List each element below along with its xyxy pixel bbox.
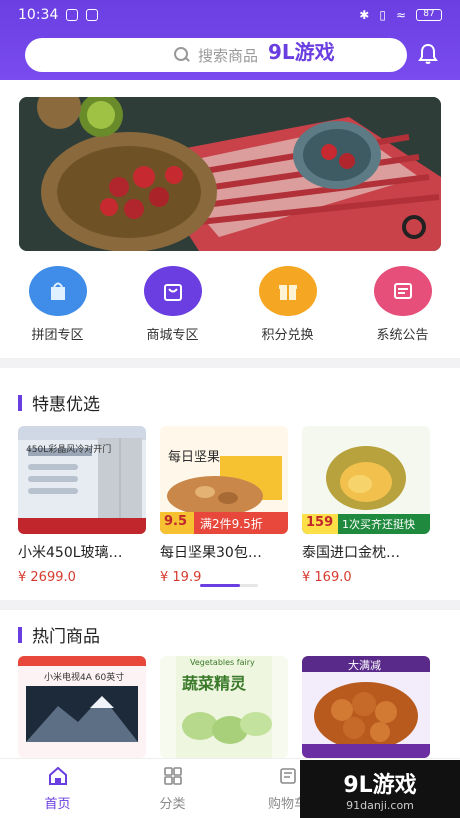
hot-section: 热门商品 小米电视4A 60英寸 Vegetables fairy 蔬菜精灵 大… bbox=[0, 610, 460, 758]
cloud-icon bbox=[86, 9, 99, 21]
watermark-corner-logo: 9L游戏 bbox=[343, 772, 417, 798]
tab-category[interactable]: 分类 bbox=[115, 759, 230, 818]
quick-link-notice[interactable]: 系统公告 bbox=[348, 266, 458, 346]
cart-icon bbox=[279, 768, 296, 784]
battery-icon: 87 bbox=[416, 9, 442, 21]
notification-icon bbox=[66, 9, 79, 21]
tab-label: 分类 bbox=[159, 797, 186, 812]
app-header: 10:34 ✱ ▯ ≈ 87 搜索商品 bbox=[0, 0, 460, 80]
quick-link-group-buy[interactable]: 拼团专区 bbox=[3, 266, 113, 346]
gift-icon bbox=[258, 266, 317, 316]
tab-home[interactable]: 首页 bbox=[0, 759, 115, 818]
quick-link-label: 系统公告 bbox=[376, 328, 429, 343]
carousel-indicator-active bbox=[200, 584, 240, 587]
section-divider bbox=[0, 358, 460, 368]
product-price: ¥ 169.0 bbox=[302, 570, 352, 585]
product-image-subcaption: Vegetables fairy bbox=[190, 658, 255, 667]
banner-image bbox=[19, 97, 441, 251]
product-image-caption: 小米电视4A 60英寸 bbox=[44, 673, 125, 683]
quick-link-label: 拼团专区 bbox=[31, 328, 84, 343]
quick-links: 拼团专区 商城专区 积分兑换 系统公告 bbox=[0, 266, 460, 346]
specials-section: 特惠优选 450L彩晶风冷对开门 小米450L玻璃… ¥ 2699.0 每日坚果… bbox=[0, 368, 460, 600]
notice-icon bbox=[373, 266, 432, 316]
product-image: 大满减 bbox=[302, 656, 430, 758]
watermark-logo: 9L游戏 bbox=[268, 40, 335, 64]
shopping-bag-icon bbox=[143, 266, 202, 316]
status-bar: 10:34 ✱ ▯ ≈ 87 bbox=[0, 0, 460, 30]
product-name: 泰国进口金枕… bbox=[302, 545, 400, 561]
product-tag: 159 bbox=[306, 515, 334, 530]
title-accent-bar bbox=[18, 626, 22, 643]
watermark-corner: 9L游戏 91danji.com bbox=[300, 760, 460, 818]
status-time: 10:34 bbox=[18, 7, 59, 23]
product-image-caption: 大满减 bbox=[348, 659, 381, 672]
search-placeholder: 搜索商品 bbox=[197, 46, 258, 65]
product-card[interactable]: 450L彩晶风冷对开门 小米450L玻璃… ¥ 2699.0 bbox=[18, 426, 146, 585]
product-image: 450L彩晶风冷对开门 bbox=[18, 426, 146, 534]
product-image: Vegetables fairy 蔬菜精灵 bbox=[160, 656, 288, 758]
quick-link-label: 积分兑换 bbox=[261, 328, 314, 343]
product-card[interactable]: 小米电视4A 60英寸 bbox=[18, 656, 146, 758]
section-title-text: 特惠优选 bbox=[32, 395, 100, 415]
product-tag: 9.5 bbox=[164, 514, 188, 529]
product-image-caption: 450L彩晶风冷对开门 bbox=[26, 445, 112, 455]
section-title-text: 热门商品 bbox=[32, 627, 100, 647]
product-promo: 1次买齐还挺快 bbox=[342, 518, 415, 531]
search-input[interactable]: 搜索商品 bbox=[25, 38, 407, 72]
section-title: 特惠优选 bbox=[18, 390, 100, 415]
product-card[interactable]: Vegetables fairy 蔬菜精灵 bbox=[160, 656, 288, 758]
product-price: ¥ 2699.0 bbox=[18, 570, 76, 585]
hot-product-list: 小米电视4A 60英寸 Vegetables fairy 蔬菜精灵 大满减 bbox=[18, 656, 430, 758]
product-image: 每日坚果 9.5 满2件9.5折 bbox=[160, 426, 288, 534]
bluetooth-icon: ✱ bbox=[359, 8, 370, 22]
title-accent-bar bbox=[18, 394, 22, 411]
product-promo: 满2件9.5折 bbox=[200, 517, 263, 531]
product-price: ¥ 19.9 bbox=[160, 570, 202, 585]
specials-product-list: 450L彩晶风冷对开门 小米450L玻璃… ¥ 2699.0 每日坚果 9.5 bbox=[18, 426, 430, 585]
quick-link-points[interactable]: 积分兑换 bbox=[233, 266, 343, 346]
watermark-corner-url: 91danji.com bbox=[346, 798, 414, 812]
product-name: 每日坚果30包… bbox=[160, 545, 262, 561]
product-card[interactable]: 大满减 bbox=[302, 656, 430, 758]
wifi-icon: ≈ bbox=[395, 8, 406, 22]
section-title: 热门商品 bbox=[18, 622, 100, 647]
product-image: 小米电视4A 60英寸 bbox=[18, 656, 146, 758]
grid-icon bbox=[163, 767, 182, 785]
search-icon bbox=[173, 47, 190, 63]
product-image-caption: 每日坚果 bbox=[168, 450, 221, 465]
banner-carousel[interactable] bbox=[19, 97, 441, 251]
product-name: 小米450L玻璃… bbox=[18, 545, 123, 561]
section-divider bbox=[0, 600, 460, 610]
product-image-caption: 蔬菜精灵 bbox=[182, 674, 247, 693]
home-icon bbox=[48, 766, 67, 785]
product-card[interactable]: 每日坚果 9.5 满2件9.5折 每日坚果30包… ¥ 19.9 bbox=[160, 426, 288, 585]
bell-icon[interactable] bbox=[416, 42, 440, 66]
bag-icon bbox=[28, 266, 87, 316]
product-image: 159 1次买齐还挺快 bbox=[302, 426, 430, 534]
carousel-indicator bbox=[200, 584, 258, 587]
product-card[interactable]: 159 1次买齐还挺快 泰国进口金枕… ¥ 169.0 bbox=[302, 426, 430, 585]
quick-link-label: 商城专区 bbox=[146, 328, 199, 343]
quick-link-mall[interactable]: 商城专区 bbox=[118, 266, 228, 346]
tab-label: 首页 bbox=[44, 797, 71, 812]
home-top-panel: 拼团专区 商城专区 积分兑换 系统公告 bbox=[0, 80, 460, 358]
vibrate-icon: ▯ bbox=[379, 8, 386, 22]
